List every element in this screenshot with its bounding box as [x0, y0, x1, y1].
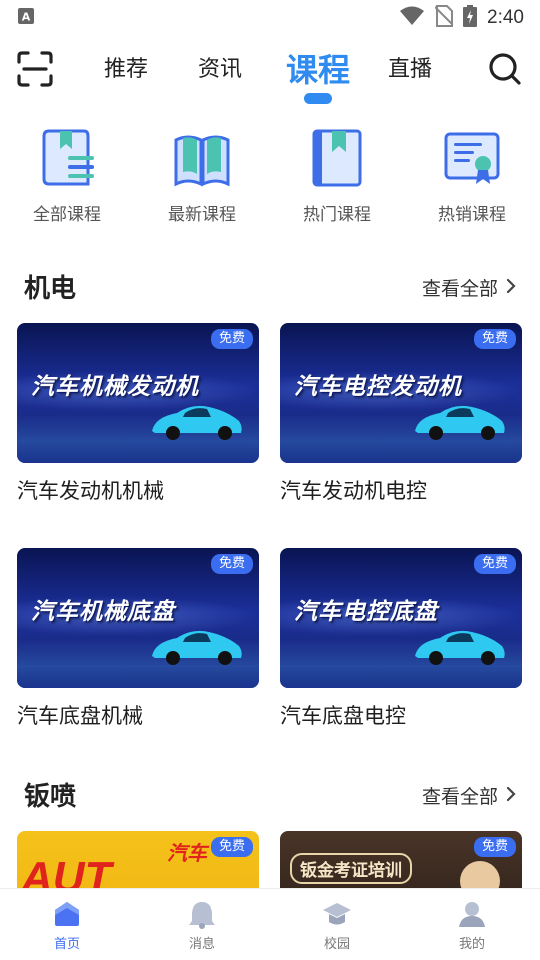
bottom-nav-profile[interactable]: 我的	[432, 899, 512, 952]
tab-recommend[interactable]: 推荐	[104, 54, 148, 86]
section-title: 机电	[24, 274, 77, 304]
battery-icon	[463, 5, 478, 31]
bottom-nav-label: 校园	[323, 937, 350, 952]
no-sim-icon	[434, 5, 454, 31]
active-tab-indicator	[304, 93, 332, 104]
course-title: 汽车发动机电控	[280, 479, 427, 503]
see-all-label: 查看全部	[421, 786, 498, 808]
category-label: 热销课程	[438, 205, 506, 225]
course-thumbnail: 汽车机械底盘 免费	[17, 548, 259, 688]
open-book-icon	[173, 128, 231, 188]
tab-courses[interactable]: 课程	[286, 48, 350, 92]
search-icon[interactable]	[488, 52, 522, 86]
course-card[interactable]: 汽车电控发动机 免费 汽车发动机电控	[280, 323, 522, 505]
sports-car-icon	[152, 630, 242, 665]
course-card[interactable]: 汽车机械发动机 免费 汽车发动机机械	[17, 323, 259, 505]
bottom-nav-campus[interactable]: 校园	[297, 899, 377, 952]
book-list-icon	[38, 128, 96, 188]
free-badge: 免费	[473, 329, 516, 349]
course-thumbnail: 汽车电控底盘 免费	[280, 548, 522, 688]
notification-a-icon: A	[18, 8, 34, 28]
clock-text: 2:40	[487, 7, 524, 28]
course-thumbnail: 汽车机械发动机 免费	[17, 323, 259, 463]
course-thumbnail: 汽车电控发动机 免费	[280, 323, 522, 463]
course-title: 汽车发动机机械	[17, 479, 164, 503]
section-header: 钣喷 查看全部	[0, 774, 540, 814]
section-header: 机电 查看全部	[0, 266, 540, 306]
sports-car-icon	[152, 405, 242, 440]
bottom-nav-label: 消息	[188, 937, 215, 952]
thumbnail-title: 钣金考证培训	[290, 853, 412, 884]
category-all-courses[interactable]: 全部课程	[12, 128, 122, 225]
free-badge: 免费	[473, 554, 516, 574]
home-icon	[52, 899, 82, 929]
certificate-icon	[443, 128, 501, 188]
thumbnail-title: 汽车	[167, 841, 207, 865]
see-all-link[interactable]: 查看全部	[422, 274, 516, 301]
chevron-right-icon	[506, 785, 516, 807]
category-hot-courses[interactable]: 热门课程	[282, 128, 392, 225]
tab-live[interactable]: 直播	[388, 54, 432, 86]
free-badge: 免费	[210, 554, 253, 574]
course-card[interactable]: 汽车机械底盘 免费 汽车底盘机械	[17, 548, 259, 730]
section-title: 钣喷	[24, 782, 77, 812]
see-all-label: 查看全部	[421, 278, 498, 300]
svg-text:A: A	[22, 11, 31, 24]
bottom-nav-label: 我的	[458, 937, 485, 952]
bottom-navigation: 首页 消息 校园 我的	[0, 888, 540, 960]
top-navigation: 推荐 资讯 课程 直播	[0, 40, 540, 106]
course-title: 汽车底盘电控	[280, 704, 406, 728]
bottom-nav-home[interactable]: 首页	[27, 899, 107, 952]
scan-icon[interactable]	[16, 50, 54, 88]
course-card[interactable]: 汽车电控底盘 免费 汽车底盘电控	[280, 548, 522, 730]
category-latest-courses[interactable]: 最新课程	[147, 128, 257, 225]
chevron-right-icon	[506, 277, 516, 299]
status-bar: A 2:40	[0, 0, 540, 36]
category-bestseller-courses[interactable]: 热销课程	[417, 128, 527, 225]
bottom-nav-label: 首页	[53, 937, 80, 952]
course-title: 汽车底盘机械	[17, 704, 143, 728]
sports-car-icon	[415, 405, 505, 440]
bell-icon	[187, 899, 217, 929]
bottom-nav-messages[interactable]: 消息	[162, 899, 242, 952]
bookmark-book-icon	[308, 128, 366, 188]
wifi-icon	[399, 6, 425, 30]
see-all-link[interactable]: 查看全部	[422, 782, 516, 809]
free-badge: 免费	[210, 329, 253, 349]
tab-news[interactable]: 资讯	[198, 54, 242, 86]
sports-car-icon	[415, 630, 505, 665]
category-row: 全部课程 最新课程 热门课程 热销课程	[0, 128, 540, 228]
category-label: 全部课程	[33, 205, 101, 225]
category-label: 热门课程	[303, 205, 371, 225]
category-label: 最新课程	[168, 205, 236, 225]
free-badge: 免费	[473, 837, 516, 857]
free-badge: 免费	[210, 837, 253, 857]
graduation-cap-icon	[322, 899, 352, 929]
user-icon	[457, 899, 487, 929]
